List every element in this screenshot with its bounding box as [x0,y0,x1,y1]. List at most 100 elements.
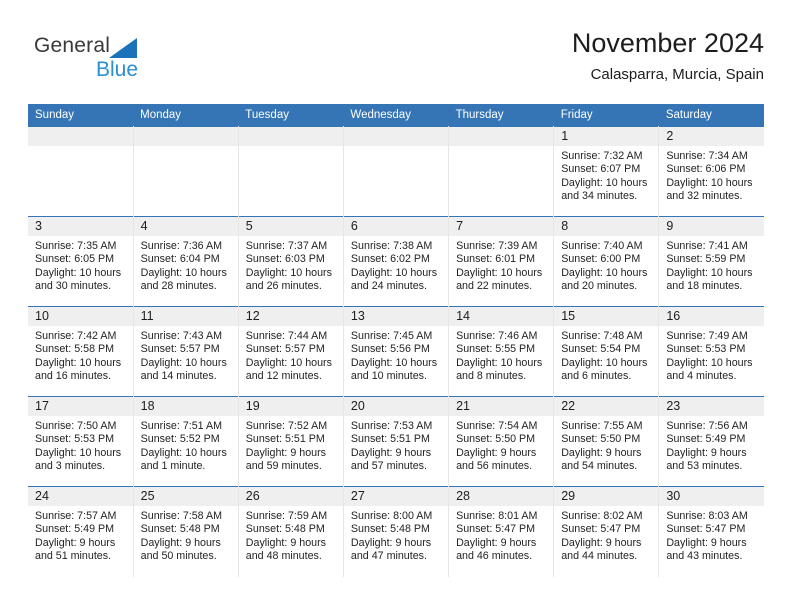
calendar-day-cell[interactable]: 9 Sunrise: 7:41 AM Sunset: 5:59 PM Daylight… [658,216,764,307]
calendar-day-cell[interactable]: 27 Sunrise: 8:00 AM Sunset: 5:48 PM Dayligh… [343,486,450,577]
day-detail-line: and 3 minutes. [35,459,106,472]
day-details [134,146,238,150]
calendar-day-cell[interactable]: 12 Sunrise: 7:44 AM Sunset: 5:57 PM Dayligh… [238,306,344,397]
day-detail-line: Sunrise: 7:34 AM [666,150,748,162]
day-detail-line: Sunrise: 7:39 AM [456,240,538,252]
day-detail-line: Daylight: 10 hours [140,356,227,369]
day-detail-line: Sunset: 6:06 PM [666,163,746,176]
weekday-header-friday: Friday [553,104,659,127]
day-detail-line: Sunset: 5:58 PM [35,343,115,356]
day-details: Sunrise: 7:54 AM Sunset: 5:50 PM Daylight:… [449,416,553,473]
day-number [449,127,554,146]
calendar-day-cell[interactable]: 21 Sunrise: 7:54 AM Sunset: 5:50 PM Dayligh… [448,396,555,487]
day-number: 5 [238,217,343,236]
day-number: 26 [238,487,343,506]
day-detail-line: Sunrise: 7:40 AM [561,240,643,252]
day-number: 21 [449,397,554,416]
day-number [133,127,238,146]
calendar-day-cell[interactable]: 4 Sunrise: 7:36 AM Sunset: 6:04 PM Daylight… [133,216,239,307]
calendar-day-cell[interactable]: 7 Sunrise: 7:39 AM Sunset: 6:01 PM Daylight… [448,216,555,307]
day-detail-line: Sunrise: 7:37 AM [245,240,328,252]
calendar-day-cell[interactable]: 17 Sunrise: 7:50 AM Sunset: 5:53 PM Dayligh… [28,396,134,487]
day-detail-line: Sunset: 5:51 PM [245,433,325,446]
day-detail-line: Daylight: 10 hours [350,266,438,279]
day-detail-line: Sunrise: 7:48 AM [561,330,643,342]
day-details: Sunrise: 7:49 AM Sunset: 5:53 PM Daylight:… [659,326,764,383]
day-detail-line: and 50 minutes. [140,549,217,562]
day-detail-line: and 22 minutes. [456,279,533,292]
day-number: 27 [343,487,449,506]
calendar-day-cell[interactable]: 14 Sunrise: 7:46 AM Sunset: 5:55 PM Dayligh… [448,306,555,397]
day-number: 10 [28,307,133,326]
day-details: Sunrise: 7:46 AM Sunset: 5:55 PM Daylight:… [449,326,553,383]
calendar-day-cell[interactable]: 23 Sunrise: 7:56 AM Sunset: 5:49 PM Dayligh… [658,396,764,487]
day-detail-line: Daylight: 10 hours [35,266,122,279]
calendar-day-cell[interactable]: 22 Sunrise: 7:55 AM Sunset: 5:50 PM Dayligh… [553,396,660,487]
calendar-day-cell[interactable]: 20 Sunrise: 7:53 AM Sunset: 5:51 PM Dayligh… [343,396,450,487]
day-detail-line: Sunset: 5:53 PM [35,433,115,446]
day-detail-line: Daylight: 9 hours [245,536,326,549]
calendar-day-cell[interactable]: 3 Sunrise: 7:35 AM Sunset: 6:05 PM Daylight… [28,216,134,307]
day-details: Sunrise: 8:01 AM Sunset: 5:47 PM Daylight:… [449,506,553,563]
calendar-day-cell[interactable]: 16 Sunrise: 7:49 AM Sunset: 5:53 PM Dayligh… [658,306,764,397]
day-details: Sunrise: 7:37 AM Sunset: 6:03 PM Daylight:… [239,236,343,293]
weekday-header-tuesday: Tuesday [238,104,344,127]
day-detail-line: Sunset: 5:54 PM [561,343,641,356]
day-detail-line: and 18 minutes. [666,279,743,292]
day-number: 22 [554,397,659,416]
calendar-empty-cell [343,126,450,217]
day-details: Sunrise: 7:50 AM Sunset: 5:53 PM Daylight:… [28,416,133,473]
calendar-empty-cell [448,126,555,217]
day-number: 12 [238,307,343,326]
day-detail-line: and 20 minutes. [561,279,638,292]
day-number: 9 [659,217,764,236]
day-detail-line: and 57 minutes. [350,459,427,472]
day-details: Sunrise: 7:58 AM Sunset: 5:48 PM Daylight:… [134,506,238,563]
day-detail-line: Daylight: 10 hours [561,356,648,369]
day-detail-line: and 30 minutes. [35,279,112,292]
day-details: Sunrise: 7:41 AM Sunset: 5:59 PM Daylight:… [659,236,764,293]
title-block: November 2024 Calasparra, Murcia, Spain [572,26,764,86]
page-subtitle: Calasparra, Murcia, Spain [590,66,764,83]
day-detail-line: Daylight: 10 hours [140,446,227,459]
logo-text-general: General [34,34,111,57]
day-detail-line: Daylight: 10 hours [561,176,648,189]
calendar-week-row: 3 Sunrise: 7:35 AM Sunset: 6:05 PM Daylight… [28,216,764,307]
day-number: 14 [449,307,554,326]
calendar-day-cell[interactable]: 24 Sunrise: 7:57 AM Sunset: 5:49 PM Dayligh… [28,486,134,577]
calendar-day-cell[interactable]: 6 Sunrise: 7:38 AM Sunset: 6:02 PM Daylight… [343,216,450,307]
day-number: 7 [449,217,554,236]
calendar-day-cell[interactable]: 13 Sunrise: 7:45 AM Sunset: 5:56 PM Dayligh… [343,306,450,397]
calendar-day-cell[interactable]: 28 Sunrise: 8:01 AM Sunset: 5:47 PM Dayligh… [448,486,555,577]
calendar-day-cell[interactable]: 11 Sunrise: 7:43 AM Sunset: 5:57 PM Dayligh… [133,306,239,397]
calendar-empty-cell [133,126,239,217]
calendar-day-cell[interactable]: 26 Sunrise: 7:59 AM Sunset: 5:48 PM Dayligh… [238,486,344,577]
calendar-day-cell[interactable]: 30 Sunrise: 8:03 AM Sunset: 5:47 PM Dayligh… [658,486,764,577]
general-blue-logo[interactable]: General Blue [34,34,214,90]
calendar-day-cell[interactable]: 1 Sunrise: 7:32 AM Sunset: 6:07 PM Daylight… [553,126,660,217]
day-detail-line: and 44 minutes. [561,549,638,562]
calendar-grid: Sunday Monday Tuesday Wednesday Thursday… [28,104,764,577]
day-detail-line: and 53 minutes. [666,459,743,472]
calendar-day-cell[interactable]: 2 Sunrise: 7:34 AM Sunset: 6:06 PM Daylight… [658,126,764,217]
day-detail-line: Daylight: 9 hours [456,446,537,459]
day-number: 13 [343,307,449,326]
calendar-day-cell[interactable]: 18 Sunrise: 7:51 AM Sunset: 5:52 PM Dayligh… [133,396,239,487]
day-detail-line: and 10 minutes. [350,369,427,382]
day-detail-line: Sunrise: 7:51 AM [140,420,223,432]
calendar-day-cell[interactable]: 8 Sunrise: 7:40 AM Sunset: 6:00 PM Daylight… [553,216,660,307]
day-detail-line: Sunset: 6:02 PM [350,253,430,266]
weekday-header-saturday: Saturday [658,104,764,127]
day-detail-line: Sunrise: 7:42 AM [35,330,117,342]
calendar-day-cell[interactable]: 19 Sunrise: 7:52 AM Sunset: 5:51 PM Dayligh… [238,396,344,487]
weekday-header-thursday: Thursday [448,104,554,127]
calendar-day-cell[interactable]: 10 Sunrise: 7:42 AM Sunset: 5:58 PM Dayligh… [28,306,134,397]
day-details [239,146,343,150]
day-detail-line: Sunrise: 7:52 AM [245,420,328,432]
calendar-day-cell[interactable]: 5 Sunrise: 7:37 AM Sunset: 6:03 PM Daylight… [238,216,344,307]
calendar-day-cell[interactable]: 29 Sunrise: 8:02 AM Sunset: 5:47 PM Dayligh… [553,486,660,577]
weekday-header-wednesday: Wednesday [343,104,449,127]
calendar-day-cell[interactable]: 15 Sunrise: 7:48 AM Sunset: 5:54 PM Dayligh… [553,306,660,397]
calendar-day-cell[interactable]: 25 Sunrise: 7:58 AM Sunset: 5:48 PM Dayligh… [133,486,239,577]
day-detail-line: Sunrise: 7:45 AM [350,330,433,342]
